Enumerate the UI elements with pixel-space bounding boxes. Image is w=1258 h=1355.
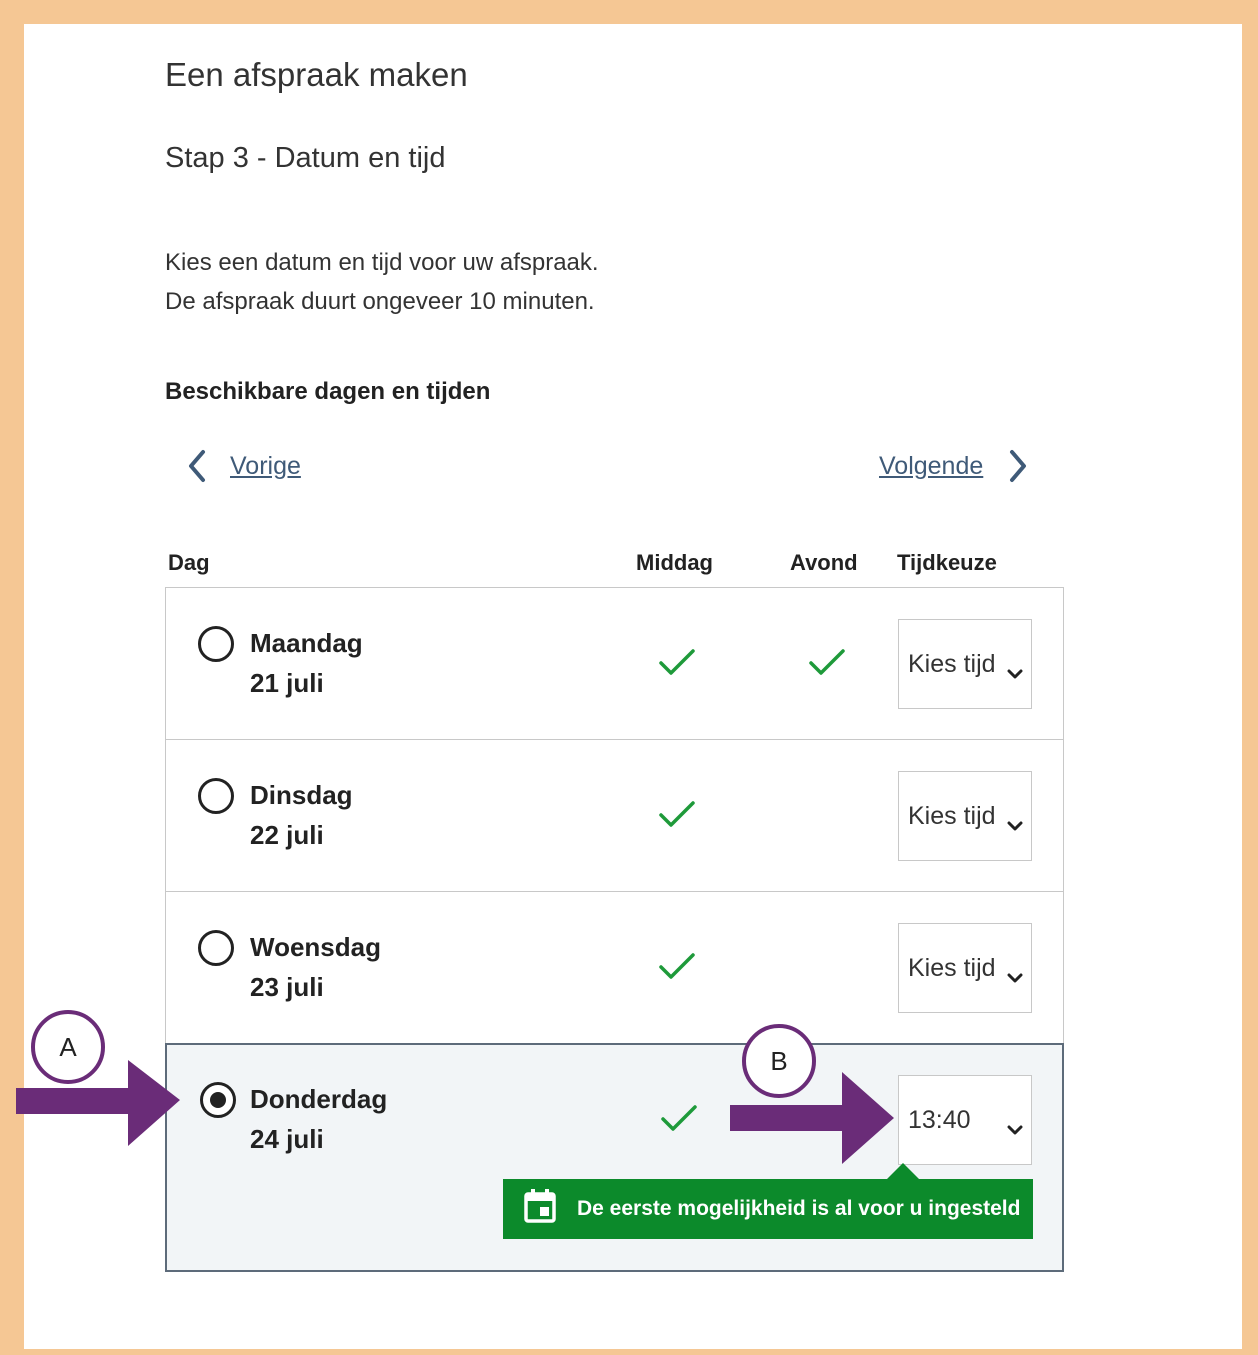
time-select-value: Kies tijd xyxy=(908,649,996,678)
previous-link-label[interactable]: Vorige xyxy=(230,452,301,481)
intro-line-1: Kies een datum en tijd voor uw afspraak. xyxy=(165,249,599,276)
table-row-selected: Donderdag 24 juli 13:40 De eerste mogeli… xyxy=(165,1043,1064,1272)
day-name: Dinsdag xyxy=(250,780,353,810)
notice-pointer xyxy=(887,1163,919,1179)
time-select-value: Kies tijd xyxy=(908,801,996,830)
previous-link[interactable]: Vorige xyxy=(186,448,301,484)
table-row: Maandag 21 juli Kies tijd xyxy=(166,588,1063,740)
intro-line-2: De afspraak duurt ongeveer 10 minuten. xyxy=(165,288,595,315)
availability-table: Maandag 21 juli Kies tijd Dinsdag 22 jul… xyxy=(165,587,1064,1272)
day-date: 23 juli xyxy=(250,972,324,1002)
day-date: 22 juli xyxy=(250,820,324,850)
day-radio[interactable] xyxy=(198,778,234,814)
time-select[interactable]: Kies tijd xyxy=(898,923,1032,1013)
checkmark-icon xyxy=(658,952,696,982)
day-name: Woensdag xyxy=(250,932,381,962)
annotation-arrow-b xyxy=(730,1072,894,1164)
table-row: Woensdag 23 juli Kies tijd xyxy=(166,892,1063,1044)
table-row: Dinsdag 22 juli Kies tijd xyxy=(166,740,1063,892)
chevron-right-icon xyxy=(1007,448,1029,484)
time-select-value: 13:40 xyxy=(908,1105,971,1134)
column-header-afternoon: Middag xyxy=(636,550,713,575)
time-select-value: Kies tijd xyxy=(908,953,996,982)
calendar-icon xyxy=(523,1188,557,1230)
day-radio[interactable] xyxy=(198,930,234,966)
time-select[interactable]: 13:40 xyxy=(898,1075,1032,1165)
first-available-notice: De eerste mogelijkheid is al voor u inge… xyxy=(503,1179,1033,1239)
step-title: Stap 3 - Datum en tijd xyxy=(165,142,446,174)
checkmark-icon xyxy=(660,1104,698,1134)
day-radio[interactable] xyxy=(198,626,234,662)
notice-text: De eerste mogelijkheid is al voor u inge… xyxy=(577,1197,1021,1220)
checkmark-icon xyxy=(658,800,696,830)
checkmark-icon xyxy=(808,648,846,678)
checkmark-icon xyxy=(658,648,696,678)
intro-text: Kies een datum en tijd voor uw afspraak.… xyxy=(165,243,599,321)
chevron-left-icon xyxy=(186,448,208,484)
day-name: Maandag xyxy=(250,628,363,658)
next-link-label[interactable]: Volgende xyxy=(879,452,983,481)
chevron-down-icon xyxy=(1007,1114,1023,1143)
column-header-time: Tijdkeuze xyxy=(897,550,997,575)
chevron-down-icon xyxy=(1007,658,1023,687)
day-name: Donderdag xyxy=(250,1084,388,1114)
column-header-day: Dag xyxy=(168,550,210,575)
page-title: Een afspraak maken xyxy=(165,56,468,93)
time-select[interactable]: Kies tijd xyxy=(898,619,1032,709)
annotation-arrow-a xyxy=(16,1060,180,1146)
section-title: Beschikbare dagen en tijden xyxy=(165,378,491,405)
radio-dot xyxy=(210,1092,226,1108)
chevron-down-icon xyxy=(1007,962,1023,991)
day-date: 24 juli xyxy=(250,1124,324,1154)
day-date: 21 juli xyxy=(250,668,324,698)
next-link[interactable]: Volgende xyxy=(879,448,1029,484)
day-radio-selected[interactable] xyxy=(200,1082,236,1118)
chevron-down-icon xyxy=(1007,810,1023,839)
time-select[interactable]: Kies tijd xyxy=(898,771,1032,861)
column-header-evening: Avond xyxy=(790,550,858,575)
